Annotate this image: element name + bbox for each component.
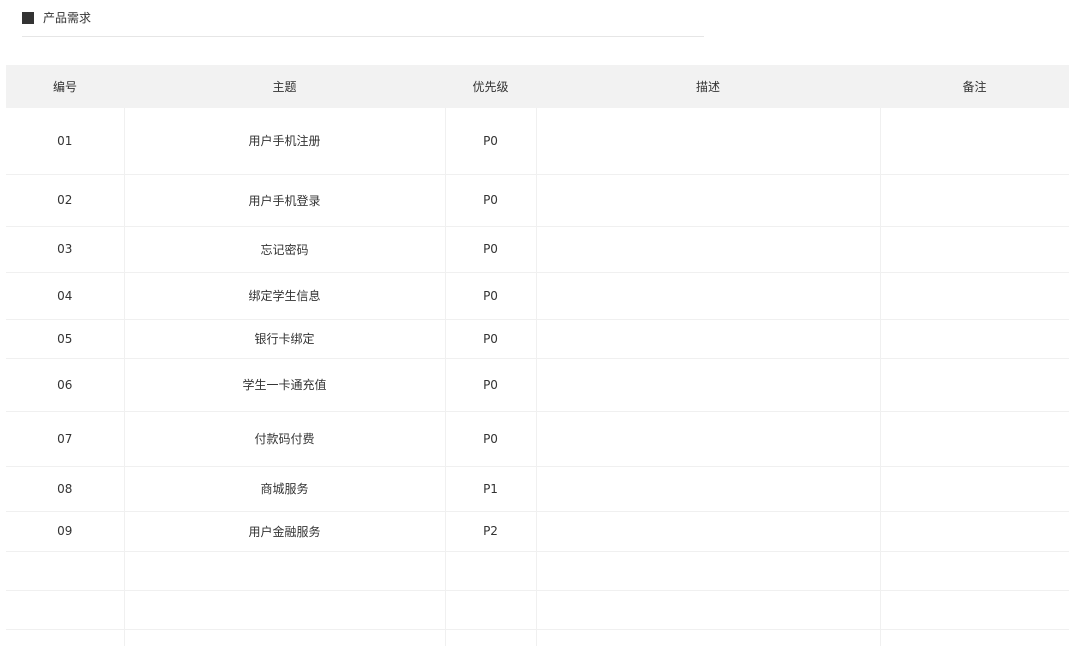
- cell-notes: [879, 357, 1069, 411]
- cell-topic: [123, 628, 445, 646]
- cell-description: [535, 465, 880, 511]
- cell-priority: [444, 589, 536, 629]
- cell-notes: [879, 465, 1069, 511]
- cell-priority: P0: [444, 271, 536, 319]
- table-row: 04 绑定学生信息 P0: [6, 271, 1069, 319]
- cell-topic: [123, 589, 445, 629]
- cell-id: 01: [57, 133, 73, 148]
- cell-id: 04: [6, 271, 124, 319]
- cell-notes: [879, 510, 1069, 551]
- cell-priority: P0: [444, 108, 536, 174]
- cell-topic: 商城服务: [123, 465, 445, 511]
- cell-description: [535, 357, 880, 411]
- requirements-table: 编号 主题 优先级 描述 备注 01 用户手机注册 P0 02 用户手机登录 P…: [6, 65, 1069, 646]
- cell-notes: [879, 589, 1069, 629]
- cell-description: [535, 108, 880, 174]
- header-id: 编号: [6, 65, 124, 108]
- table-row: 01 用户手机注册 P0: [6, 108, 1069, 174]
- cell-notes: [879, 410, 1069, 466]
- table-row: 06 学生一卡通充值 P0: [6, 357, 1069, 411]
- cell-notes: [879, 271, 1069, 319]
- cell-description: [535, 410, 880, 466]
- cell-id: 02: [6, 173, 124, 226]
- table-header-row: 编号 主题 优先级 描述 备注: [6, 65, 1069, 108]
- cell-topic: 用户金融服务: [123, 510, 445, 551]
- cell-notes: [879, 550, 1069, 590]
- cell-topic: 忘记密码: [123, 225, 445, 272]
- cell-id: [6, 628, 124, 646]
- cell-description: [535, 550, 880, 590]
- table-row: 09 用户金融服务 P2: [6, 510, 1069, 551]
- cell-topic: 绑定学生信息: [123, 271, 445, 319]
- cell-priority: P0: [444, 225, 536, 272]
- table-row: 08 商城服务 P1: [6, 465, 1069, 511]
- section-title: 产品需求: [43, 11, 92, 25]
- cell-description: [535, 225, 880, 272]
- cell-description: [535, 173, 880, 226]
- cell-id: [6, 550, 124, 590]
- cell-topic: 银行卡绑定: [123, 318, 445, 358]
- section-header: 产品需求: [22, 8, 704, 37]
- cell-priority: P0: [444, 357, 536, 411]
- cell-priority: [444, 628, 536, 646]
- cell-priority: P0: [444, 173, 536, 226]
- cell-notes: [879, 108, 1069, 174]
- table-row: [6, 589, 1069, 629]
- cell-id: 03: [6, 225, 124, 272]
- table-row: 02 用户手机登录 P0: [6, 173, 1069, 226]
- cell-id: 07: [6, 410, 124, 466]
- cell-description: [535, 510, 880, 551]
- cell-notes: [879, 225, 1069, 272]
- header-topic: 主题: [124, 65, 445, 108]
- cell-priority: P0: [444, 410, 536, 466]
- cell-id: 06: [6, 357, 124, 411]
- cell-topic: 付款码付费: [123, 410, 445, 466]
- cell-notes: [879, 628, 1069, 646]
- cell-priority: P1: [444, 465, 536, 511]
- cell-priority: P0: [444, 318, 536, 358]
- cell-notes: [879, 318, 1069, 358]
- cell-id: [6, 589, 124, 629]
- cell-description: [535, 318, 880, 358]
- cell-description: [535, 271, 880, 319]
- header-description: 描述: [536, 65, 880, 108]
- cell-description: [535, 628, 880, 646]
- square-bullet-icon: [22, 12, 34, 24]
- cell-description: [535, 589, 880, 629]
- header-notes: 备注: [880, 65, 1069, 108]
- cell-topic: 用户手机注册: [123, 108, 445, 174]
- table-row: [6, 628, 1069, 646]
- cell-id: 05: [6, 318, 124, 358]
- table-row: [6, 550, 1069, 590]
- cell-priority: P2: [444, 510, 536, 551]
- cell-id: 08: [6, 465, 124, 511]
- table-row: 03 忘记密码 P0: [6, 225, 1069, 272]
- table-row: 05 银行卡绑定 P0: [6, 318, 1069, 358]
- table-row: 07 付款码付费 P0: [6, 410, 1069, 466]
- cell-topic: [123, 550, 445, 590]
- cell-notes: [879, 173, 1069, 226]
- cell-topic: 学生一卡通充值: [123, 357, 445, 411]
- header-priority: 优先级: [445, 65, 536, 108]
- cell-topic: 用户手机登录: [123, 173, 445, 226]
- cell-id: 09: [6, 510, 124, 551]
- cell-priority: [444, 550, 536, 590]
